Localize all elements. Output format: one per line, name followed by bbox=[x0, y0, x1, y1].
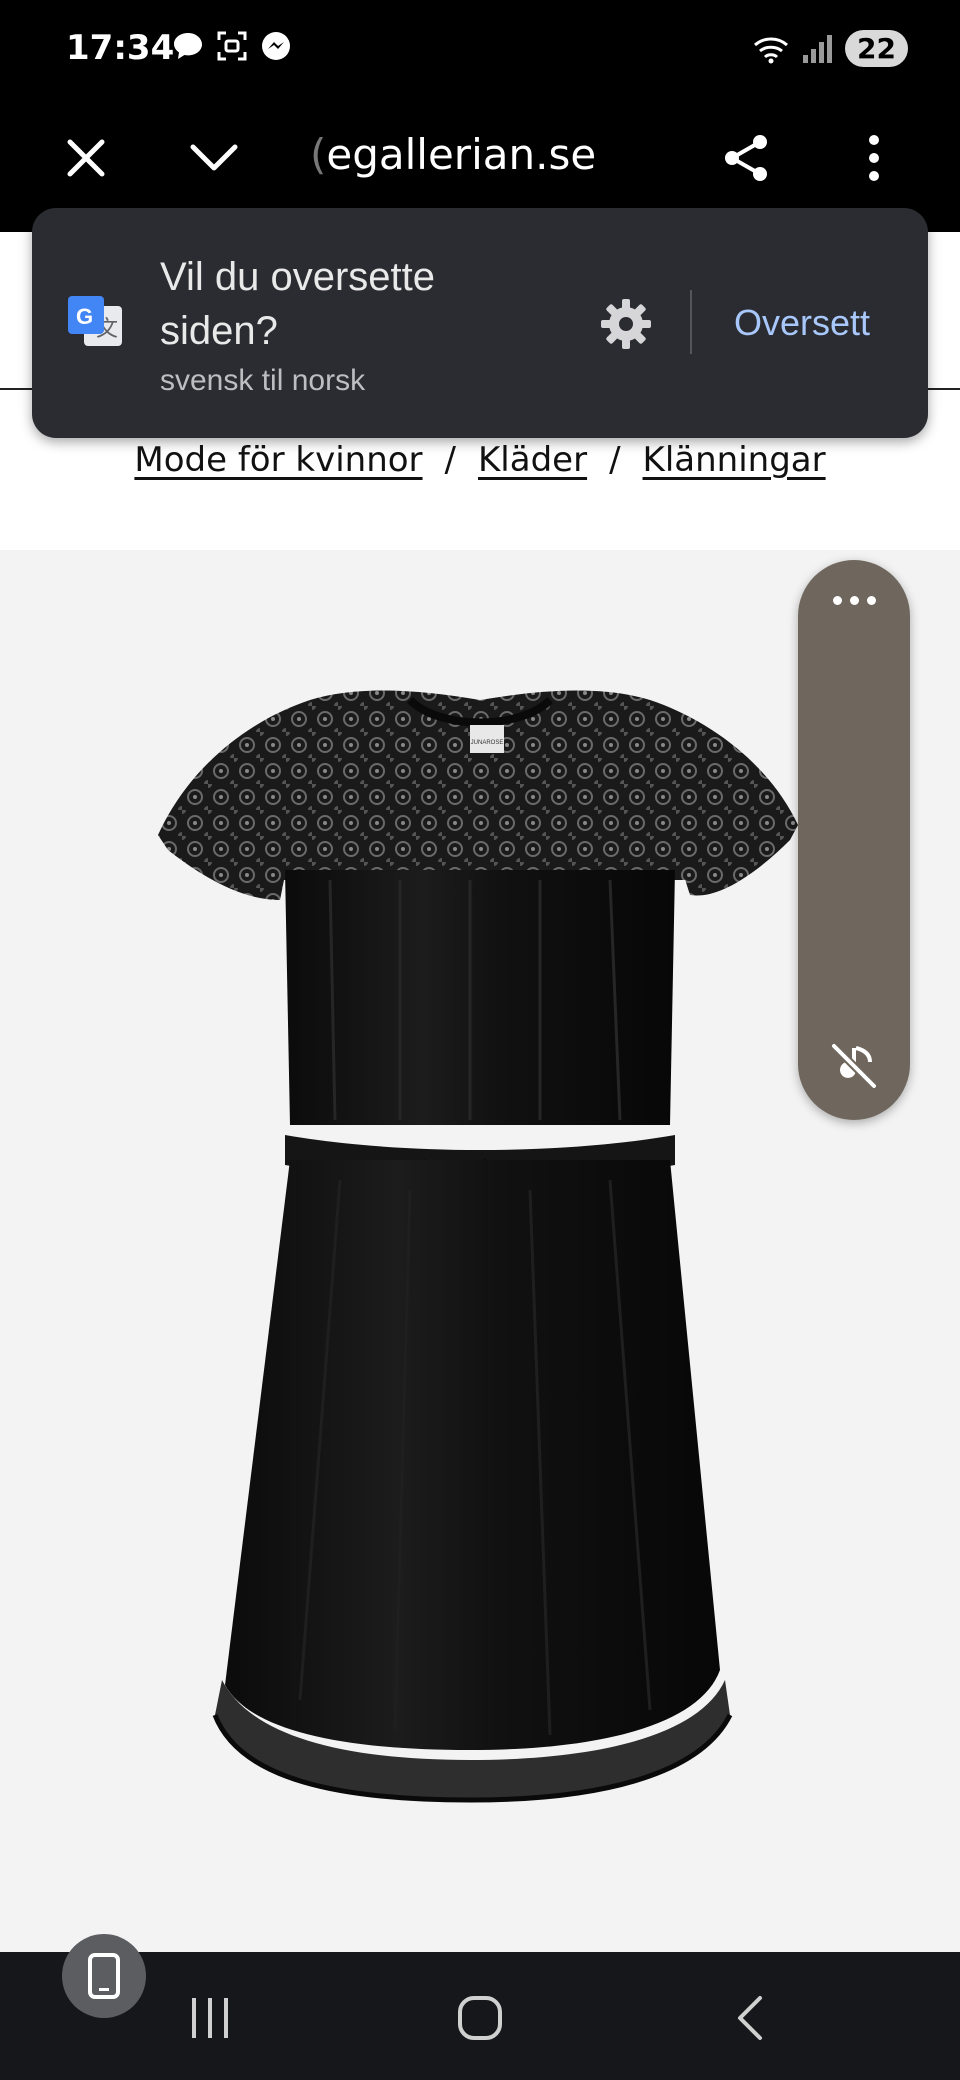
chevron-down-icon bbox=[190, 144, 238, 171]
breadcrumb-separator: / bbox=[609, 440, 621, 480]
translate-language-pair: svensk til norsk bbox=[160, 364, 366, 397]
translate-divider bbox=[690, 290, 692, 354]
url-text: egallerian.se bbox=[326, 130, 597, 179]
share-button[interactable] bbox=[714, 126, 778, 190]
home-icon bbox=[458, 1996, 502, 2040]
chat-bubble-icon bbox=[174, 33, 202, 59]
translate-button[interactable]: Oversett bbox=[734, 302, 870, 344]
screen-mode-button[interactable] bbox=[62, 1934, 146, 2018]
url-bar[interactable]: (egallerian.se bbox=[310, 130, 596, 179]
url-prefix: ( bbox=[310, 130, 327, 179]
breadcrumb: Mode för kvinnor / Kläder / Klänningar bbox=[0, 440, 960, 480]
messenger-icon bbox=[262, 32, 290, 60]
more-options-button[interactable] bbox=[842, 126, 906, 190]
signal-icon bbox=[803, 34, 833, 63]
wifi-icon bbox=[754, 37, 789, 63]
home-button[interactable] bbox=[448, 1986, 512, 2050]
translate-settings-button[interactable] bbox=[596, 294, 656, 354]
google-translate-icon: 文 G bbox=[66, 294, 126, 354]
battery-badge: 22 bbox=[845, 30, 908, 67]
mute-button[interactable] bbox=[828, 1040, 880, 1092]
svg-text:G: G bbox=[76, 304, 93, 329]
close-icon bbox=[67, 139, 105, 177]
breadcrumb-item-women-fashion[interactable]: Mode för kvinnor bbox=[134, 440, 422, 480]
phone-icon bbox=[88, 1953, 120, 1999]
close-button[interactable] bbox=[54, 126, 118, 190]
more-vert-icon bbox=[869, 135, 879, 181]
svg-text:JUNAROSE: JUNAROSE bbox=[471, 740, 504, 746]
breadcrumb-item-clothes[interactable]: Kläder bbox=[478, 440, 587, 480]
floating-media-panel bbox=[798, 560, 910, 1120]
brand-tag bbox=[470, 725, 504, 753]
translate-prompt: 文 G Vil du oversette siden? svensk til n… bbox=[32, 208, 928, 438]
status-system-icons: 22 bbox=[751, 30, 908, 67]
gear-icon bbox=[601, 299, 651, 349]
breadcrumb-item-dresses[interactable]: Klänningar bbox=[643, 440, 826, 480]
share-icon bbox=[725, 135, 767, 181]
back-button[interactable] bbox=[718, 1986, 782, 2050]
status-notification-icons bbox=[172, 30, 292, 62]
mute-icon bbox=[831, 1043, 877, 1089]
more-horiz-icon[interactable] bbox=[826, 596, 882, 616]
back-icon bbox=[738, 1996, 762, 2040]
minimize-button[interactable] bbox=[182, 126, 246, 190]
scan-icon bbox=[217, 31, 247, 61]
status-bar: 17:34 22 bbox=[0, 0, 960, 100]
status-time: 17:34 bbox=[66, 28, 175, 68]
recents-button[interactable] bbox=[178, 1986, 242, 2050]
recents-icon bbox=[192, 1998, 228, 2038]
translate-title: Vil du oversette siden? bbox=[160, 255, 435, 353]
breadcrumb-separator: / bbox=[444, 440, 456, 480]
